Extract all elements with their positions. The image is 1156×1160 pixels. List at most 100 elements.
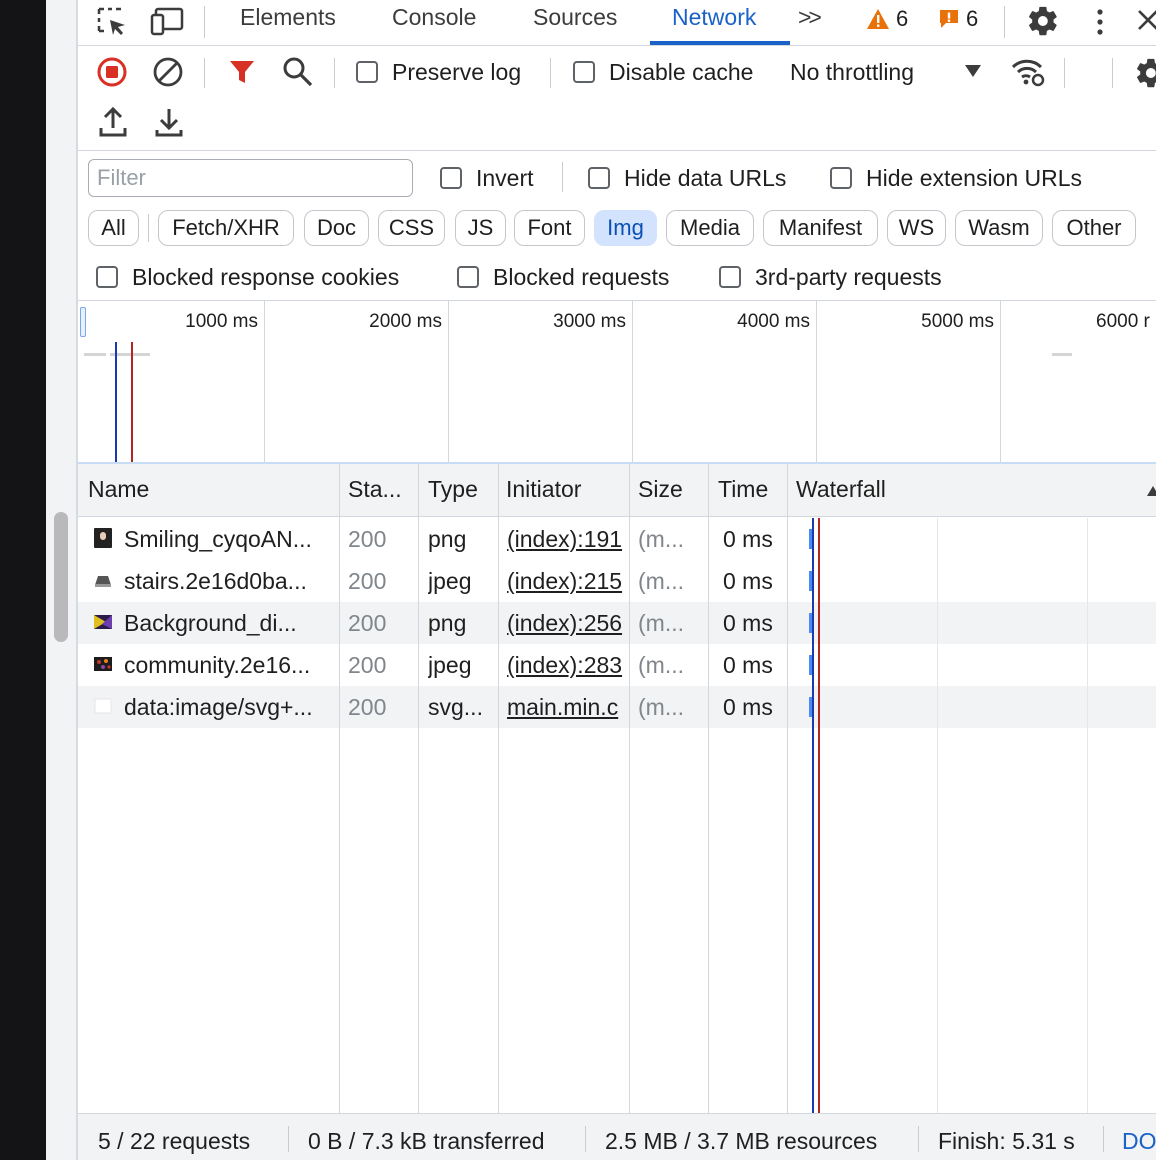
column-divider[interactable] bbox=[418, 464, 419, 1114]
type-chip-other[interactable]: Other bbox=[1052, 210, 1136, 246]
request-initiator-link[interactable]: (index):191 bbox=[507, 526, 629, 553]
network-overview-timeline[interactable]: 1000 ms 2000 ms 3000 ms 4000 ms 5000 ms … bbox=[78, 301, 1156, 463]
type-chip-ws[interactable]: WS bbox=[887, 210, 946, 246]
separator bbox=[334, 58, 335, 88]
table-row[interactable]: data:image/svg+... 200 svg... main.min.c… bbox=[78, 686, 1156, 728]
tab-console[interactable]: Console bbox=[392, 4, 476, 31]
table-row[interactable]: stairs.2e16d0ba... 200 jpeg (index):215 … bbox=[78, 560, 1156, 602]
settings-gear-icon[interactable] bbox=[1026, 4, 1060, 43]
blocked-response-cookies-label: Blocked response cookies bbox=[132, 264, 400, 290]
disable-cache-checkbox[interactable] bbox=[573, 61, 595, 83]
page-background bbox=[0, 0, 46, 1160]
tab-elements[interactable]: Elements bbox=[240, 4, 336, 31]
type-chip-wasm[interactable]: Wasm bbox=[955, 210, 1043, 246]
preserve-log-checkbox[interactable] bbox=[356, 61, 378, 83]
column-divider[interactable] bbox=[629, 464, 630, 1114]
request-time: 0 ms bbox=[723, 694, 773, 720]
grid-line bbox=[816, 301, 817, 463]
tab-sources[interactable]: Sources bbox=[533, 4, 617, 31]
column-header-name[interactable]: Name bbox=[88, 476, 149, 503]
request-name[interactable]: Smiling_cyqoAN... bbox=[124, 526, 334, 553]
more-options-icon[interactable] bbox=[1088, 6, 1112, 43]
column-header-initiator[interactable]: Initiator bbox=[506, 476, 581, 503]
column-divider[interactable] bbox=[339, 464, 340, 1114]
column-header-waterfall[interactable]: Waterfall bbox=[796, 476, 886, 503]
request-initiator-link[interactable]: (index):283 bbox=[507, 652, 629, 679]
search-icon[interactable] bbox=[282, 56, 314, 93]
close-icon[interactable] bbox=[1136, 8, 1156, 37]
separator bbox=[918, 1126, 919, 1152]
request-time: 0 ms bbox=[723, 568, 773, 594]
invert-checkbox[interactable] bbox=[440, 167, 462, 189]
request-initiator-link[interactable]: (index):256 bbox=[507, 610, 629, 637]
transferred-size: 0 B / 7.3 kB transferred bbox=[308, 1128, 545, 1154]
load-event-line bbox=[131, 342, 133, 463]
finish-time: Finish: 5.31 s bbox=[938, 1128, 1075, 1154]
network-settings-gear-icon[interactable] bbox=[1134, 56, 1156, 95]
request-name[interactable]: community.2e16... bbox=[124, 652, 334, 679]
status-bar: 5 / 22 requests 0 B / 7.3 kB transferred… bbox=[78, 1113, 1156, 1160]
network-conditions-icon[interactable] bbox=[1010, 56, 1046, 93]
hide-data-urls-checkbox[interactable] bbox=[588, 167, 610, 189]
sort-ascending-icon[interactable] bbox=[1146, 484, 1156, 502]
dom-content-loaded-time: DO bbox=[1122, 1128, 1156, 1154]
request-status: 200 bbox=[348, 610, 387, 636]
image-thumbnail bbox=[94, 528, 112, 548]
column-divider[interactable] bbox=[787, 464, 788, 1114]
waterfall-load-event-line bbox=[818, 518, 820, 1113]
column-header-type[interactable]: Type bbox=[428, 476, 478, 503]
column-divider[interactable] bbox=[708, 464, 709, 1114]
type-chip-js[interactable]: JS bbox=[455, 210, 506, 246]
import-har-icon[interactable] bbox=[98, 106, 128, 143]
request-name[interactable]: Background_di... bbox=[124, 610, 334, 637]
type-chip-font[interactable]: Font bbox=[514, 210, 585, 246]
request-name[interactable]: stairs.2e16d0ba... bbox=[124, 568, 334, 595]
request-type: jpeg bbox=[428, 652, 472, 678]
type-chip-fetch-xhr[interactable]: Fetch/XHR bbox=[158, 210, 294, 246]
table-row[interactable]: community.2e16... 200 jpeg (index):283 (… bbox=[78, 644, 1156, 686]
type-chip-manifest[interactable]: Manifest bbox=[763, 210, 878, 246]
more-tabs-button[interactable]: >> bbox=[798, 4, 822, 31]
table-row[interactable]: Background_di... 200 png (index):256 (m.… bbox=[78, 602, 1156, 644]
device-toolbar-icon[interactable] bbox=[150, 6, 186, 41]
inspect-element-icon[interactable] bbox=[96, 6, 128, 43]
table-row[interactable]: Smiling_cyqoAN... 200 png (index):191 (m… bbox=[78, 518, 1156, 560]
separator bbox=[204, 6, 205, 38]
overview-window-handle[interactable] bbox=[80, 307, 86, 337]
column-header-size[interactable]: Size bbox=[638, 476, 683, 503]
chevron-down-icon[interactable] bbox=[964, 64, 982, 83]
scrollbar-thumb[interactable] bbox=[54, 512, 68, 642]
column-header-time[interactable]: Time bbox=[718, 476, 768, 503]
third-party-requests-label: 3rd-party requests bbox=[755, 264, 942, 290]
type-chip-doc[interactable]: Doc bbox=[304, 210, 369, 246]
request-initiator-link[interactable]: main.min.c bbox=[507, 694, 629, 721]
warnings-badge[interactable]: 6 bbox=[866, 6, 908, 32]
overview-tick: 6000 r bbox=[1096, 311, 1150, 332]
column-header-status[interactable]: Sta... bbox=[348, 476, 402, 503]
tab-network[interactable]: Network bbox=[672, 4, 756, 31]
filter-input[interactable] bbox=[88, 159, 413, 197]
blocked-response-cookies-checkbox[interactable] bbox=[96, 266, 118, 288]
issues-badge[interactable]: 6 bbox=[938, 6, 978, 32]
request-name[interactable]: data:image/svg+... bbox=[124, 694, 334, 721]
clear-icon[interactable] bbox=[152, 56, 184, 93]
type-chip-img[interactable]: Img bbox=[594, 210, 657, 246]
dom-content-loaded-line bbox=[115, 342, 117, 463]
export-har-icon[interactable] bbox=[154, 106, 184, 143]
stop-recording-icon[interactable] bbox=[96, 56, 128, 93]
filter-funnel-icon[interactable] bbox=[228, 58, 256, 91]
overview-request-bar bbox=[1052, 353, 1072, 356]
hide-extension-urls-checkbox[interactable] bbox=[830, 167, 852, 189]
type-chip-media[interactable]: Media bbox=[666, 210, 754, 246]
request-initiator-link[interactable]: (index):215 bbox=[507, 568, 629, 595]
column-divider[interactable] bbox=[498, 464, 499, 1114]
type-chip-all[interactable]: All bbox=[88, 210, 139, 246]
image-thumbnail bbox=[94, 570, 112, 590]
waterfall-dom-content-loaded-line bbox=[812, 518, 814, 1113]
request-count: 5 / 22 requests bbox=[98, 1128, 251, 1154]
overview-tick: 5000 ms bbox=[921, 311, 994, 332]
third-party-requests-checkbox[interactable] bbox=[719, 266, 741, 288]
blocked-requests-checkbox[interactable] bbox=[457, 266, 479, 288]
throttling-select[interactable]: No throttling bbox=[790, 59, 914, 86]
type-chip-css[interactable]: CSS bbox=[378, 210, 445, 246]
